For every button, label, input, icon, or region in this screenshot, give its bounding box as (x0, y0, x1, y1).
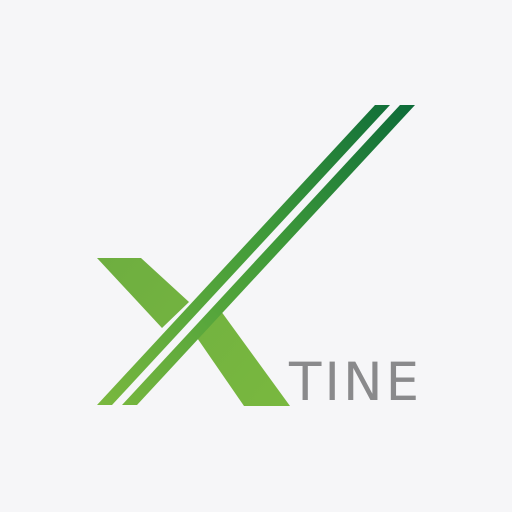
x-logo-mark (97, 105, 415, 406)
logo-wordmark: TINE (289, 352, 423, 413)
app-icon: TINE (0, 0, 512, 512)
x-leg-upper (97, 258, 189, 328)
